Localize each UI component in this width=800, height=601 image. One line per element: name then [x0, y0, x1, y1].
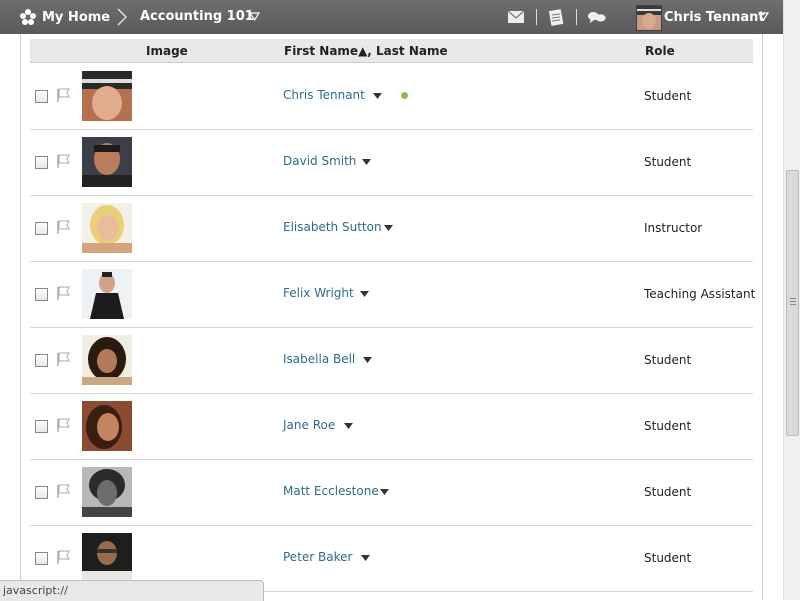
chevron-down-icon[interactable]	[758, 12, 769, 21]
top-navbar: My Home Accounting 101 Chris Tennant	[0, 0, 783, 34]
online-status-dot	[401, 92, 408, 99]
column-header-image: Image	[146, 44, 188, 58]
user-photo[interactable]	[82, 203, 132, 253]
row-checkbox[interactable]	[35, 552, 48, 565]
user-name-link[interactable]: Peter Baker	[283, 550, 352, 564]
caret-down-icon[interactable]	[373, 93, 382, 99]
notes-icon[interactable]	[546, 8, 566, 26]
user-role: Student	[644, 89, 692, 103]
caret-down-icon[interactable]	[363, 357, 372, 363]
caret-down-icon[interactable]	[361, 555, 370, 561]
column-header-name-sort[interactable]: First Name▲, Last Name	[284, 44, 448, 58]
status-url-text: javascript://	[3, 584, 68, 597]
user-name-link[interactable]: Felix Wright	[283, 286, 354, 300]
table-row: Matt Ecclestone Student	[30, 459, 753, 526]
row-checkbox[interactable]	[35, 420, 48, 433]
row-checkbox[interactable]	[35, 222, 48, 235]
scroll-grip-icon	[790, 298, 796, 306]
flag-icon[interactable]	[56, 154, 72, 168]
classlist-table-header: Image First Name▲, Last Name Role	[30, 39, 753, 63]
caret-down-icon[interactable]	[384, 225, 393, 231]
user-avatar[interactable]	[636, 5, 662, 31]
user-role: Student	[644, 155, 692, 169]
content-border-left	[20, 34, 21, 600]
user-role: Student	[644, 353, 692, 367]
user-photo[interactable]	[82, 533, 132, 583]
mail-icon[interactable]	[506, 8, 526, 26]
breadcrumb-separator-icon	[117, 8, 128, 26]
table-row: Elisabeth Sutton Instructor	[30, 195, 753, 262]
caret-down-icon[interactable]	[380, 489, 389, 495]
chat-icon[interactable]	[587, 8, 607, 26]
user-name-link[interactable]: Chris Tennant	[283, 88, 365, 102]
user-role: Student	[644, 551, 692, 565]
user-name-link[interactable]: Isabella Bell	[283, 352, 355, 366]
user-photo[interactable]	[82, 335, 132, 385]
user-role: Student	[644, 419, 692, 433]
row-checkbox[interactable]	[35, 90, 48, 103]
my-home-link[interactable]: My Home	[42, 10, 110, 25]
table-row: Chris Tennant Student	[30, 63, 753, 130]
row-checkbox[interactable]	[35, 354, 48, 367]
user-name-link[interactable]: Matt Ecclestone	[283, 484, 379, 498]
caret-down-icon[interactable]	[362, 159, 371, 165]
home-flower-icon[interactable]	[19, 8, 37, 26]
scroll-down-button[interactable]	[784, 584, 800, 600]
user-photo[interactable]	[82, 269, 132, 319]
flag-icon[interactable]	[56, 286, 72, 300]
table-row: Felix Wright Teaching Assistant	[30, 261, 756, 328]
nav-divider	[536, 9, 537, 25]
course-menu-link[interactable]: Accounting 101	[140, 9, 254, 24]
browser-status-bar: javascript://	[0, 580, 264, 601]
flag-icon[interactable]	[56, 550, 72, 564]
flag-icon[interactable]	[56, 418, 72, 432]
nav-divider	[576, 9, 577, 25]
chevron-down-icon[interactable]	[249, 12, 260, 21]
row-checkbox[interactable]	[35, 156, 48, 169]
column-header-role: Role	[645, 44, 675, 58]
user-name-link[interactable]: David Smith	[283, 154, 356, 168]
caret-down-icon[interactable]	[344, 423, 353, 429]
user-photo[interactable]	[82, 71, 132, 121]
user-role: Student	[644, 485, 692, 499]
user-name-link[interactable]: Elisabeth Sutton	[283, 220, 382, 234]
user-photo[interactable]	[82, 467, 132, 517]
vertical-scrollbar[interactable]	[783, 0, 800, 600]
scroll-up-button[interactable]	[784, 0, 800, 16]
user-photo[interactable]	[82, 401, 132, 451]
user-photo[interactable]	[82, 137, 132, 187]
table-row: Jane Roe Student	[30, 393, 753, 460]
user-role: Teaching Assistant	[644, 287, 756, 301]
table-row: David Smith Student	[30, 129, 753, 196]
caret-down-icon[interactable]	[360, 291, 369, 297]
user-role: Instructor	[644, 221, 703, 235]
row-checkbox[interactable]	[35, 486, 48, 499]
flag-icon[interactable]	[56, 220, 72, 234]
row-checkbox[interactable]	[35, 288, 48, 301]
scroll-thumb[interactable]	[786, 170, 799, 436]
table-row: Isabella Bell Student	[30, 327, 753, 394]
user-name-link[interactable]: Jane Roe	[283, 418, 335, 432]
flag-icon[interactable]	[56, 484, 72, 498]
user-menu-link[interactable]: Chris Tennant	[664, 10, 765, 25]
content-border-right	[762, 34, 763, 600]
flag-icon[interactable]	[56, 88, 72, 102]
flag-icon[interactable]	[56, 352, 72, 366]
